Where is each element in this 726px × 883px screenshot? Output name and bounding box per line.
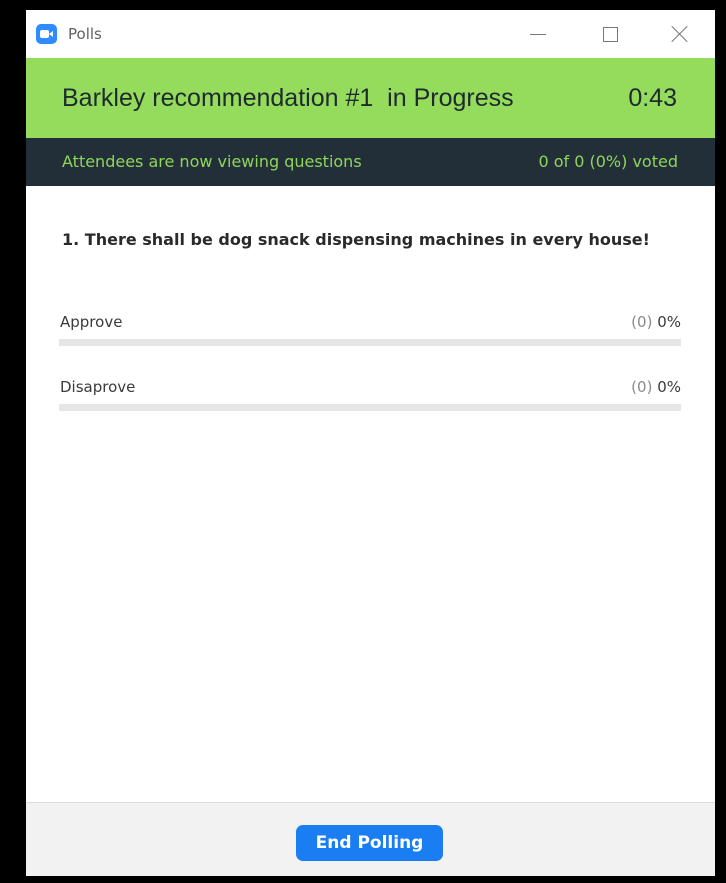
- polls-window: Polls Barkley recommendation #1 in Progr…: [26, 10, 715, 876]
- answer-percent: 0%: [657, 313, 681, 331]
- answer-progress-bar: [59, 404, 681, 411]
- close-icon: [671, 25, 689, 43]
- answer-count: (0): [631, 313, 653, 331]
- maximize-button[interactable]: [590, 20, 630, 48]
- answer-label: Approve: [60, 313, 123, 331]
- poll-timer: 0:43: [628, 84, 677, 112]
- answer-percent: 0%: [657, 378, 681, 396]
- poll-footer: End Polling: [26, 802, 715, 876]
- status-bar: Attendees are now viewing questions 0 of…: [26, 138, 715, 186]
- question-text: 1. There shall be dog snack dispensing m…: [62, 230, 650, 249]
- poll-title: Barkley recommendation #1 in Progress: [62, 84, 514, 112]
- title-bar[interactable]: Polls: [26, 10, 715, 58]
- answer-label: Disaprove: [60, 378, 136, 396]
- zoom-camera-icon: [36, 24, 57, 44]
- poll-header: Barkley recommendation #1 in Progress 0:…: [26, 58, 715, 138]
- answer-stats: (0) 0%: [631, 312, 681, 332]
- answer-stats: (0) 0%: [631, 377, 681, 397]
- minimize-icon: [530, 33, 546, 35]
- status-message: Attendees are now viewing questions: [62, 152, 362, 171]
- screenshot-frame: Polls Barkley recommendation #1 in Progr…: [0, 0, 726, 883]
- close-button[interactable]: [660, 20, 700, 48]
- answer-progress-bar: [59, 339, 681, 346]
- vote-count: 0 of 0 (0%) voted: [538, 152, 678, 171]
- maximize-icon: [602, 26, 618, 42]
- end-polling-button[interactable]: End Polling: [296, 825, 443, 861]
- minimize-button[interactable]: [518, 20, 558, 48]
- window-title: Polls: [68, 25, 102, 43]
- answer-count: (0): [631, 378, 653, 396]
